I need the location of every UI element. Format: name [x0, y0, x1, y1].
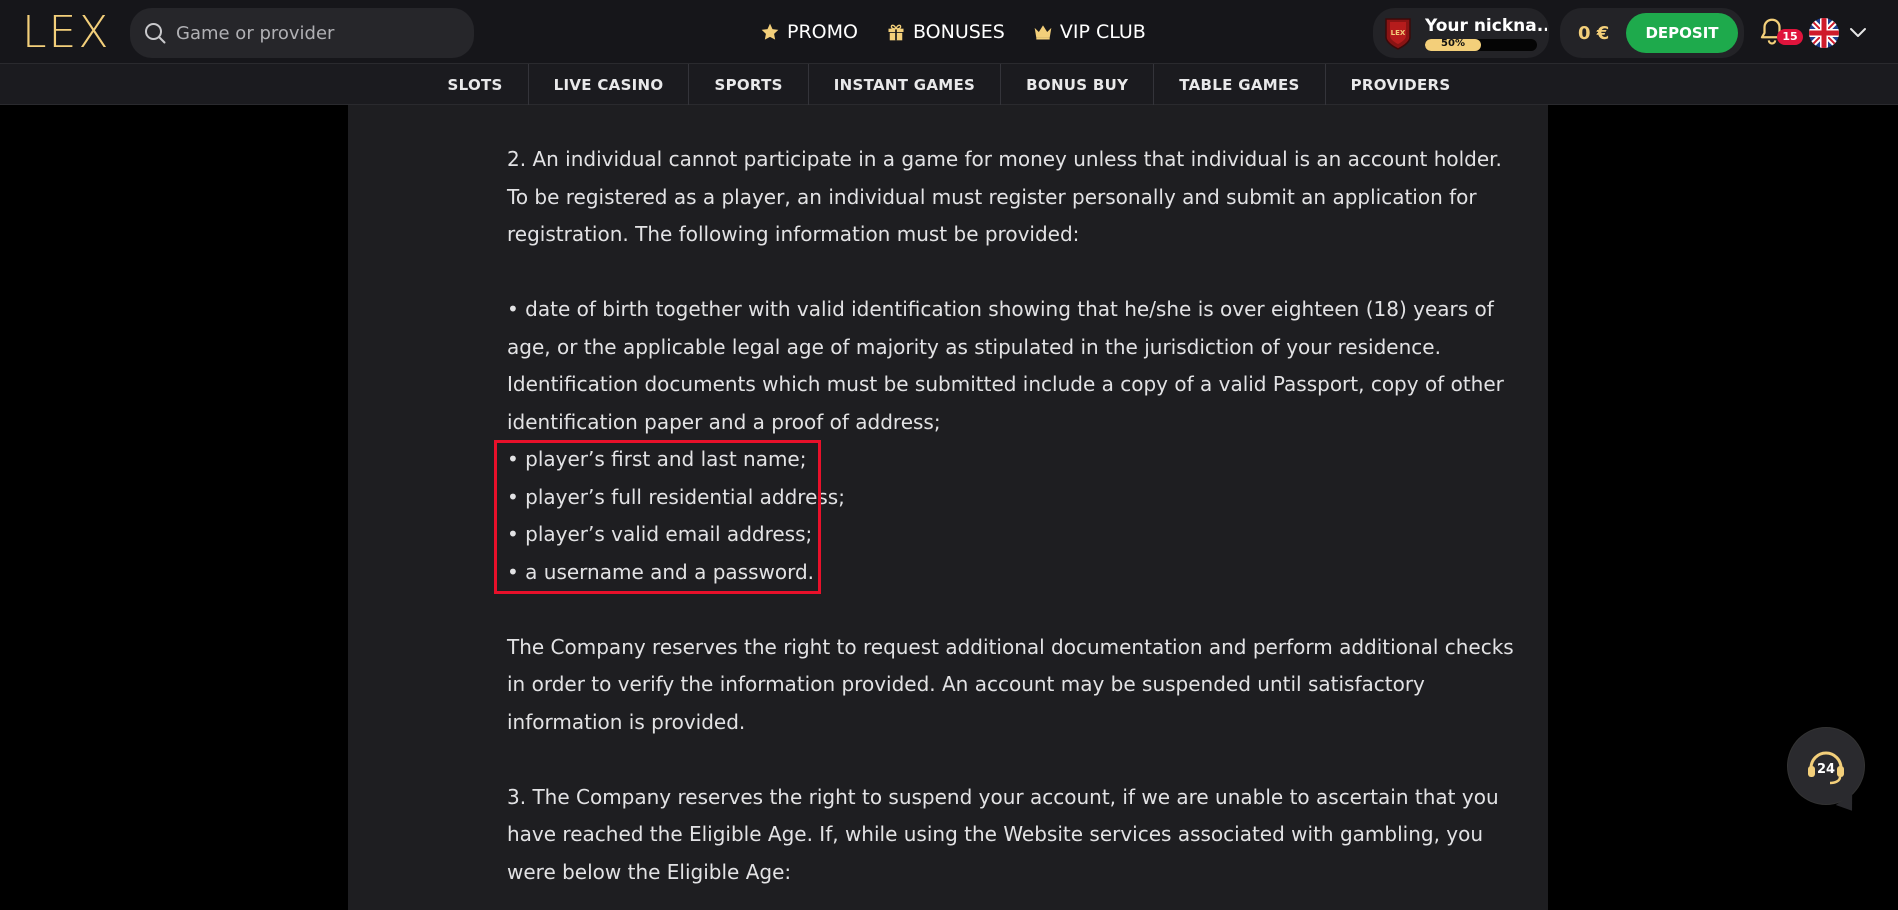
category-sports[interactable]: SPORTS	[689, 64, 809, 105]
bullet-username-password: • a username and a password.	[507, 559, 815, 584]
support-bubble-tail	[1835, 793, 1861, 817]
top-header: LEX PROMO BONUSES	[0, 0, 1898, 64]
user-nickname: Your nickna...	[1425, 15, 1547, 36]
user-info: Your nickna... 50%	[1425, 16, 1547, 51]
category-table-games[interactable]: TABLE GAMES	[1154, 64, 1326, 105]
avatar: LEX	[1381, 16, 1415, 50]
nav-vip-club-label: VIP CLUB	[1059, 21, 1146, 43]
balance-box: 0 € DEPOSIT	[1560, 8, 1744, 58]
gift-icon	[888, 24, 904, 41]
search-icon	[145, 23, 166, 44]
level-progress-label: 50%	[1441, 38, 1465, 49]
category-bonus-buy[interactable]: BONUS BUY	[1001, 64, 1155, 105]
search-input[interactable]	[176, 22, 456, 44]
category-live-casino[interactable]: LIVE CASINO	[529, 64, 690, 105]
bullet-date-of-birth: • date of birth together with valid iden…	[507, 297, 1504, 434]
nav-promo-label: PROMO	[787, 21, 858, 43]
notifications-button[interactable]: 15	[1757, 16, 1803, 50]
level-progress-bar: 50%	[1425, 38, 1537, 51]
terms-content-panel: 2. An individual cannot participate in a…	[348, 105, 1548, 910]
support-chat-button[interactable]: 24	[1788, 728, 1864, 817]
uk-flag-icon	[1809, 18, 1839, 48]
category-instant-games[interactable]: INSTANT GAMES	[809, 64, 1002, 105]
category-nav: SLOTS LIVE CASINO SPORTS INSTANT GAMES B…	[0, 64, 1898, 105]
star-icon	[761, 23, 779, 40]
balance-amount: 0 €	[1578, 22, 1610, 44]
headset-24-icon: 24	[1808, 751, 1844, 785]
bullet-first-last-name: • player’s first and last name;	[507, 447, 807, 471]
site-logo[interactable]: LEX	[22, 7, 110, 58]
top-nav: PROMO BONUSES VIP CLUB	[760, 0, 1146, 64]
nav-bonuses[interactable]: BONUSES	[886, 21, 1005, 43]
bullet-email-address: • player’s valid email address;	[507, 522, 813, 546]
terms-article: 2. An individual cannot participate in a…	[507, 141, 1527, 891]
search-box[interactable]	[130, 8, 474, 58]
shield-avatar-icon: LEX	[1385, 18, 1411, 50]
terms-paragraph-3: 3. The Company reserves the right to sus…	[507, 784, 1499, 884]
user-profile[interactable]: LEX Your nickna... 50%	[1373, 8, 1549, 58]
nav-promo[interactable]: PROMO	[760, 21, 858, 43]
support-label: 24	[1817, 762, 1835, 777]
terms-paragraph-verification: The Company reserves the right to reques…	[507, 634, 1514, 734]
terms-paragraph-2: 2. An individual cannot participate in a…	[507, 147, 1502, 246]
chevron-down-icon[interactable]	[1848, 24, 1868, 42]
category-slots[interactable]: SLOTS	[423, 64, 529, 105]
avatar-text: LEX	[1391, 29, 1406, 37]
crown-icon	[1034, 25, 1052, 40]
bullet-residential-address: • player’s full residential address;	[507, 484, 845, 509]
notifications-badge: 15	[1777, 29, 1803, 45]
deposit-button[interactable]: DEPOSIT	[1626, 13, 1738, 53]
language-selector[interactable]	[1809, 18, 1839, 48]
nav-bonuses-label: BONUSES	[912, 21, 1005, 43]
category-providers[interactable]: PROVIDERS	[1326, 64, 1476, 105]
nav-vip-club[interactable]: VIP CLUB	[1033, 21, 1146, 43]
